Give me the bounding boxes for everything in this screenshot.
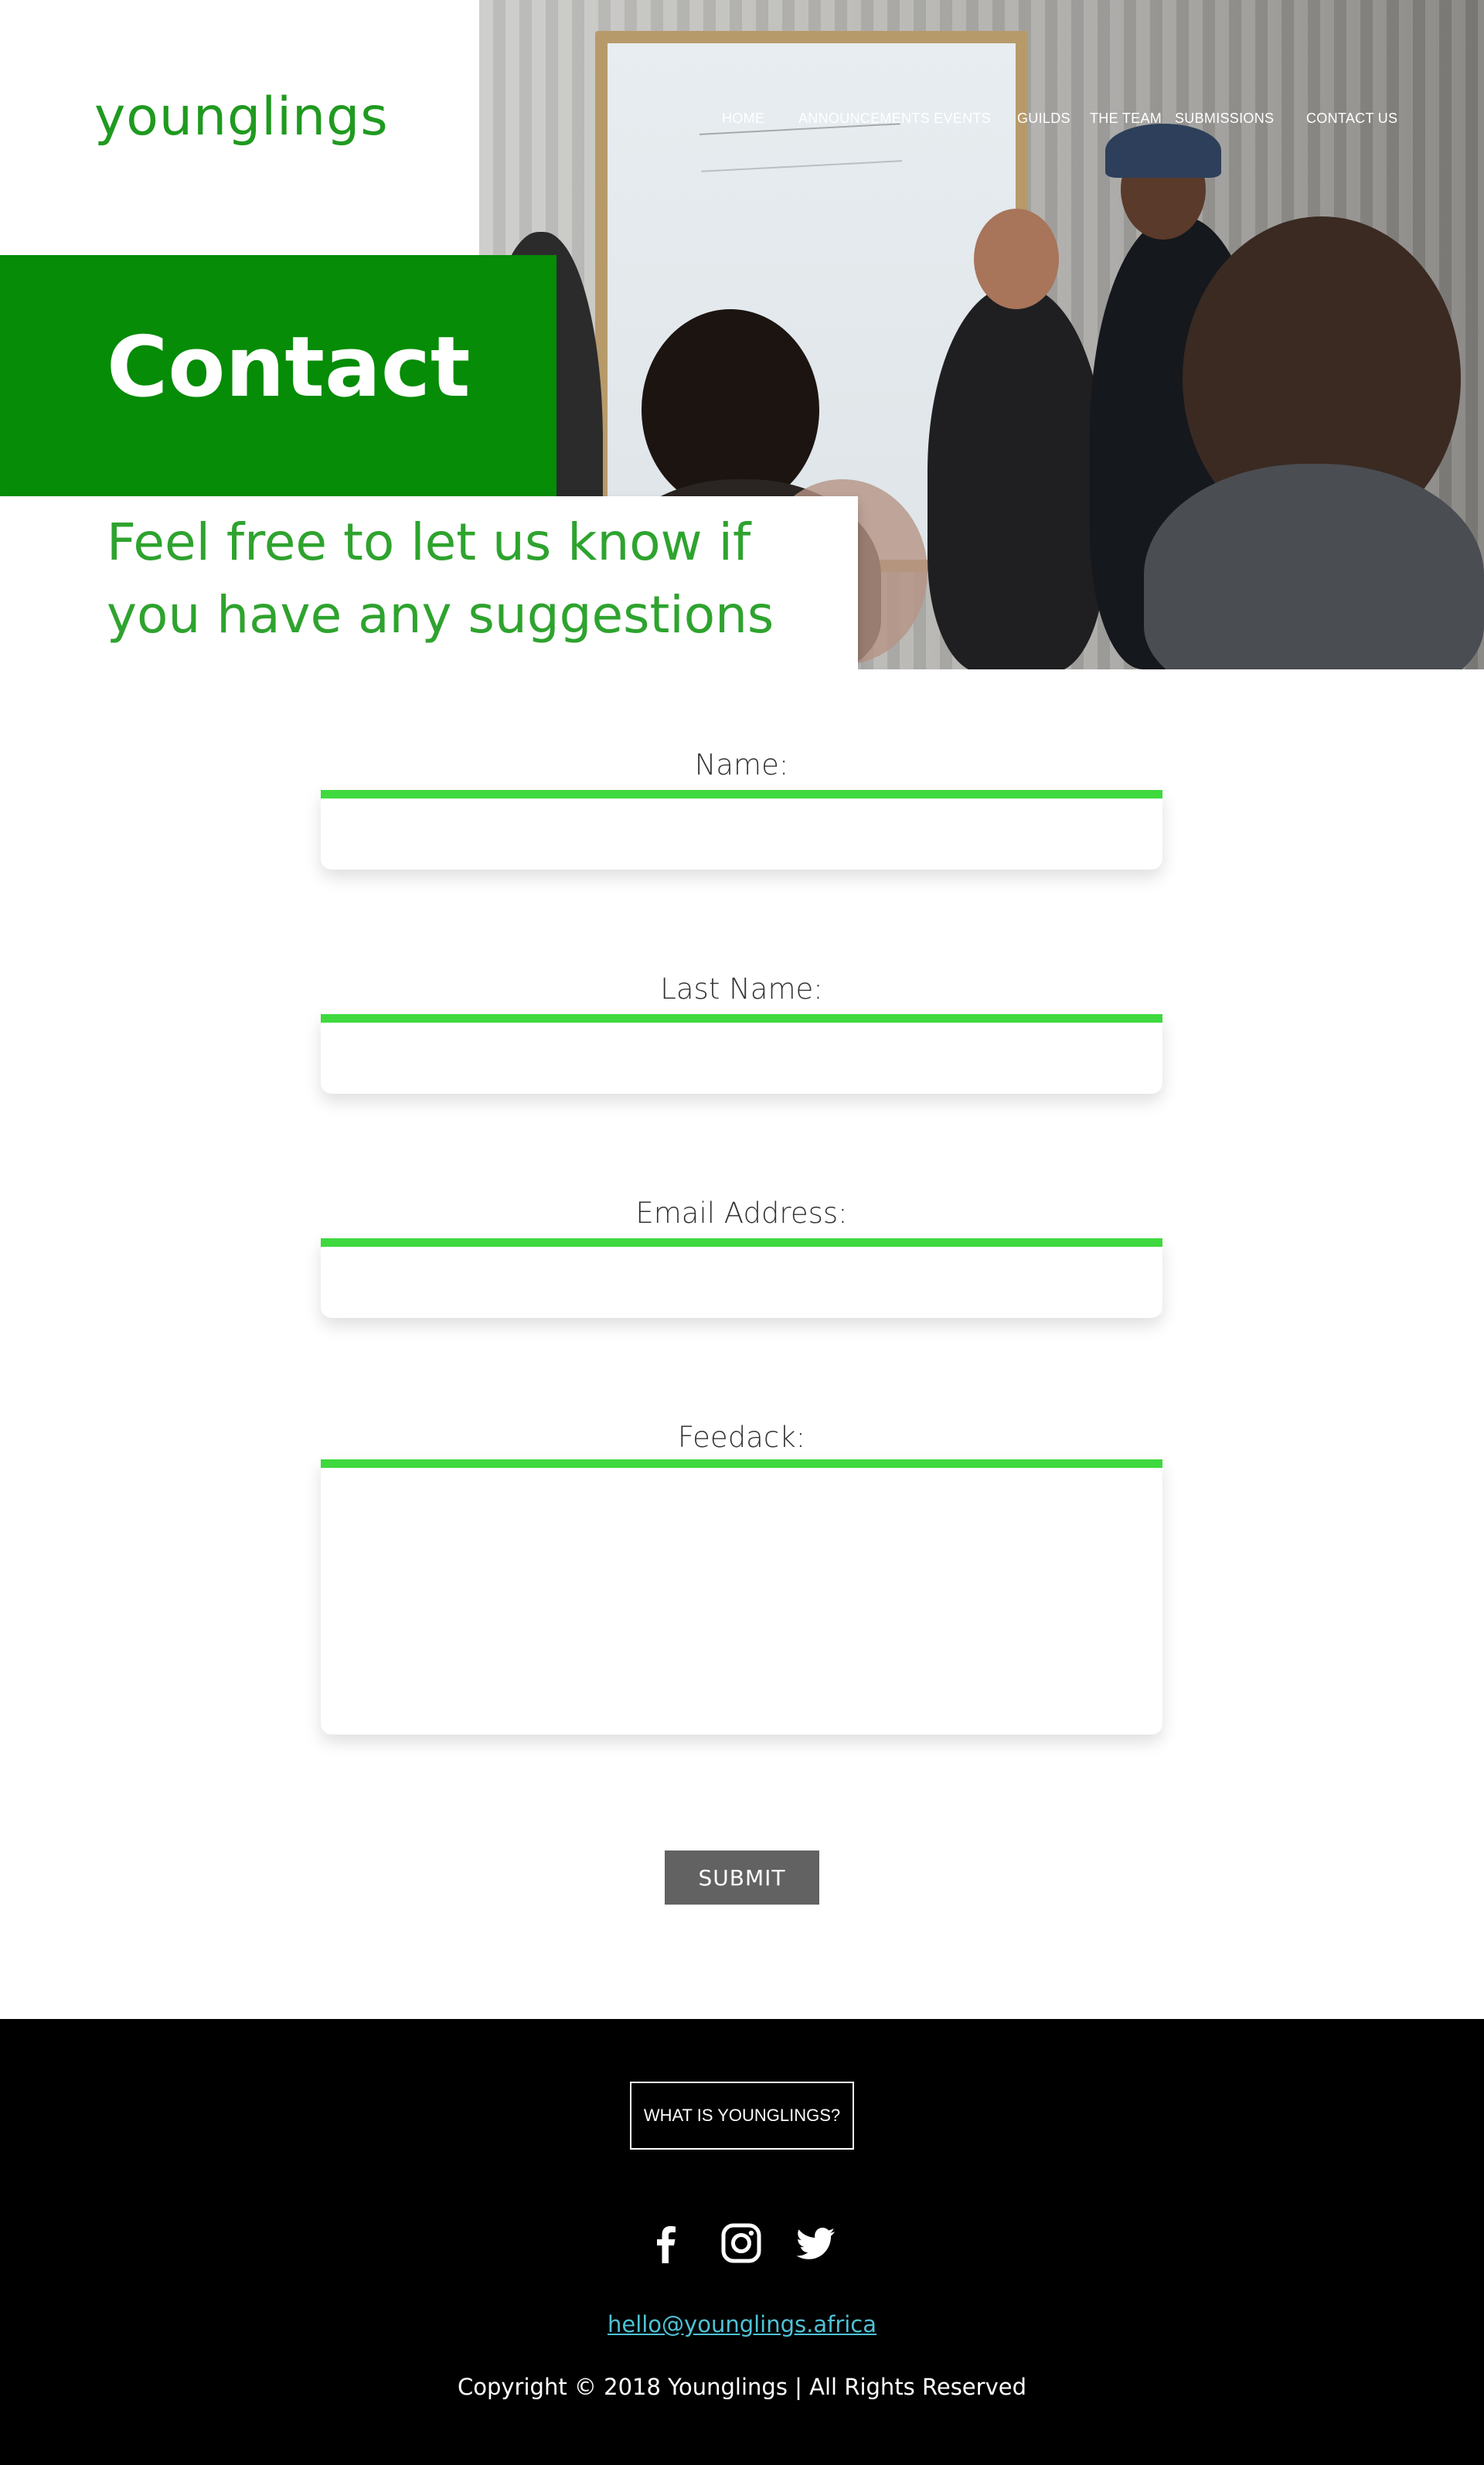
nav-item-home[interactable]: HOME (722, 111, 764, 127)
feedback-textarea[interactable] (321, 1459, 1162, 1735)
nav-item-contact-us[interactable]: CONTACT US (1306, 111, 1397, 127)
last-name-input[interactable] (321, 1014, 1162, 1094)
photo-person-right-body (1144, 464, 1484, 669)
last-name-label: Last Name: (660, 972, 823, 1006)
page-title: Contact (107, 319, 471, 416)
nav-item-the-team[interactable]: THE TEAM (1090, 111, 1162, 127)
footer-copyright: Copyright © 2018 Younglings | All Rights… (458, 2374, 1026, 2400)
email-input[interactable] (321, 1238, 1162, 1318)
page-tagline: Feel free to let us know if you have any… (107, 512, 774, 665)
what-is-younglings-button[interactable]: WHAT IS YOUNGLINGS? (630, 2082, 854, 2150)
nav-item-announcements-events[interactable]: ANNOUNCEMENTS EVENTS (798, 111, 991, 127)
twitter-icon[interactable] (795, 2222, 838, 2265)
name-label: Name: (694, 748, 789, 781)
instagram-icon[interactable] (720, 2222, 763, 2265)
hero-section: younglings HOME ANNOUNCEMENTS EVENTS GUI… (0, 0, 1484, 669)
feedback-label: Feedack: (677, 1421, 806, 1454)
photo-person-presenter-head (974, 209, 1059, 309)
email-label: Email Address: (635, 1197, 848, 1230)
name-input[interactable] (321, 790, 1162, 870)
photo-person-presenter (928, 286, 1105, 669)
main-nav: HOME ANNOUNCEMENTS EVENTS GUILDS THE TEA… (0, 111, 1484, 134)
nav-item-submissions[interactable]: SUBMISSIONS (1175, 111, 1274, 127)
nav-item-guilds[interactable]: GUILDS (1017, 111, 1070, 127)
submit-button[interactable]: SUBMIT (665, 1850, 819, 1905)
footer-email-link[interactable]: hello@younglings.africa (0, 2311, 1484, 2337)
facebook-icon[interactable] (645, 2222, 688, 2265)
